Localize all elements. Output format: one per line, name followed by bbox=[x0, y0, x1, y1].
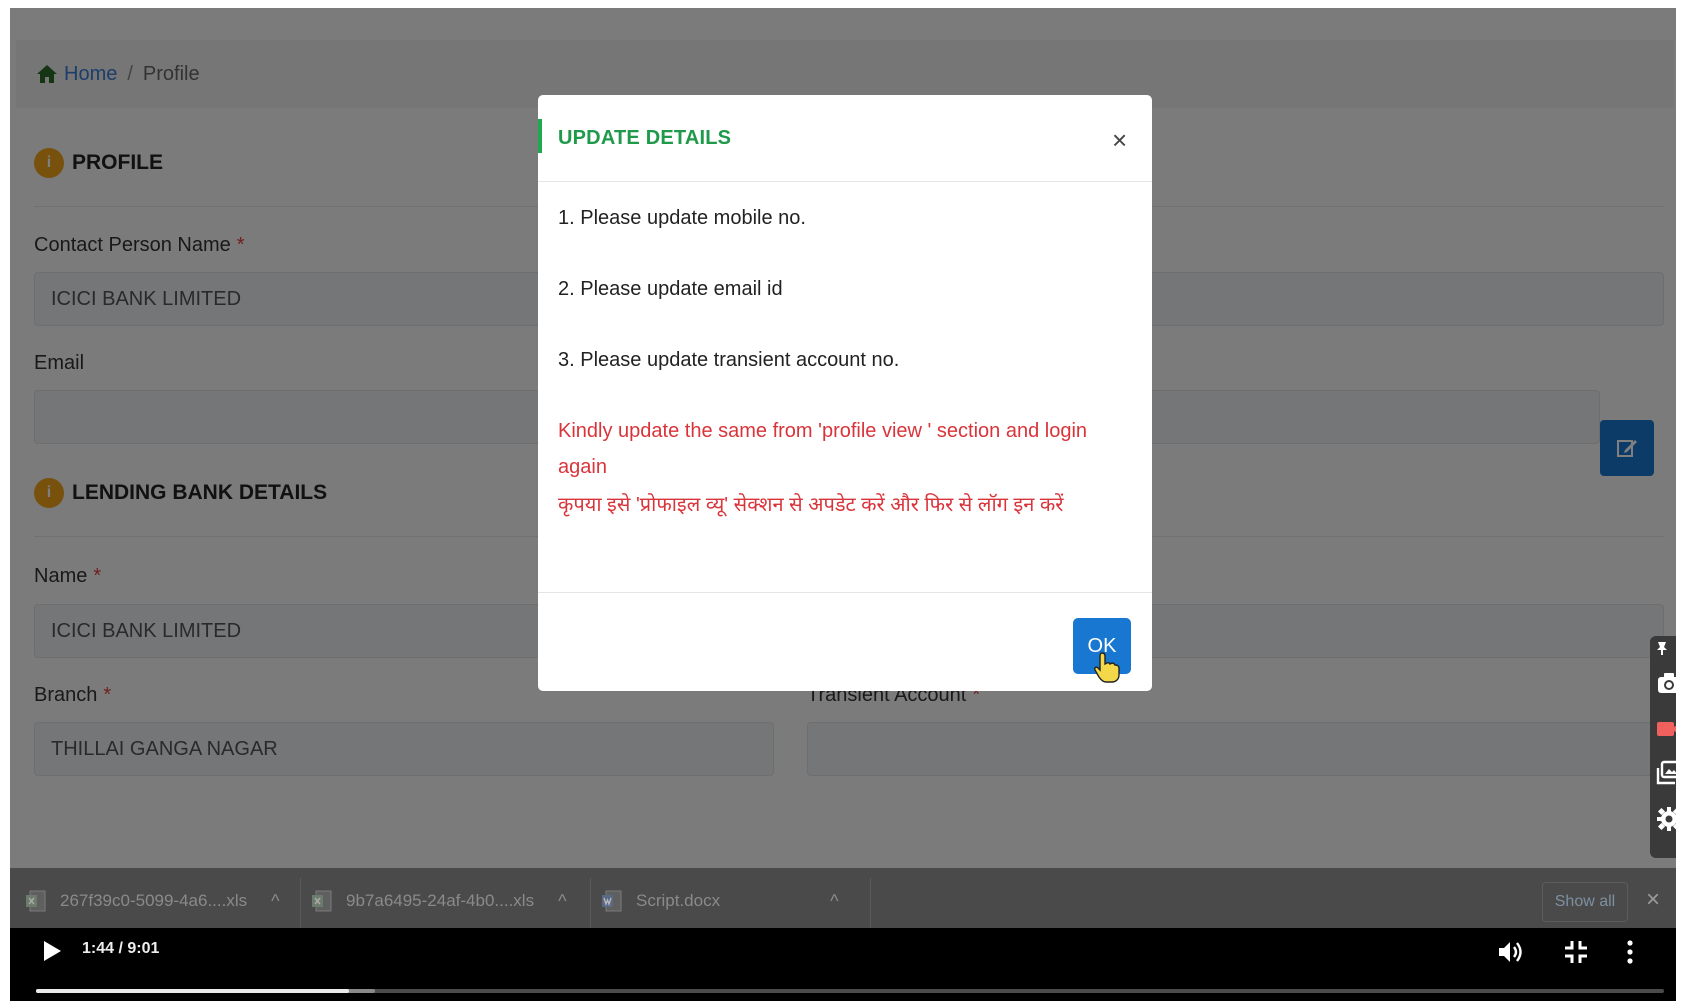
video-progress-bar[interactable] bbox=[36, 989, 1664, 993]
close-icon[interactable]: × bbox=[1646, 886, 1660, 914]
download-item[interactable]: 267f39c0-5099-4a6....xls ^ bbox=[26, 890, 280, 912]
modal-footer-divider bbox=[538, 592, 1152, 593]
update-item-mobile: 1. Please update mobile no. bbox=[558, 207, 806, 229]
play-icon[interactable] bbox=[42, 940, 62, 962]
gallery-icon[interactable] bbox=[1656, 760, 1676, 786]
video-controls: 1:44 / 9:01 bbox=[10, 928, 1676, 1001]
time-display: 1:44 / 9:01 bbox=[82, 940, 160, 957]
notice-english-line1: Kindly update the same from 'profile vie… bbox=[558, 420, 1088, 442]
update-item-email: 2. Please update email id bbox=[558, 278, 783, 300]
show-all-button[interactable]: Show all bbox=[1542, 882, 1628, 922]
title-accent-bar bbox=[538, 119, 542, 153]
camera-icon[interactable] bbox=[1656, 670, 1676, 696]
chevron-up-icon[interactable]: ^ bbox=[271, 891, 279, 912]
download-item[interactable]: 9b7a6495-24af-4b0....xls ^ bbox=[312, 890, 567, 912]
update-details-modal: UPDATE DETAILS × 1. Please update mobile… bbox=[538, 95, 1152, 691]
modal-title: UPDATE DETAILS bbox=[558, 127, 732, 149]
divider bbox=[300, 878, 301, 928]
chevron-up-icon[interactable]: ^ bbox=[558, 891, 566, 912]
excel-file-icon bbox=[312, 890, 332, 912]
notice-english-line2: again bbox=[558, 456, 607, 478]
download-filename: Script.docx bbox=[636, 891, 721, 910]
divider bbox=[590, 878, 591, 928]
pin-icon[interactable] bbox=[1654, 640, 1670, 656]
update-item-transient: 3. Please update transient account no. bbox=[558, 349, 900, 371]
played-progress bbox=[36, 989, 349, 993]
hand-cursor-icon bbox=[1094, 652, 1120, 683]
record-icon[interactable] bbox=[1656, 716, 1676, 742]
modal-header: UPDATE DETAILS × bbox=[538, 95, 1152, 182]
excel-file-icon bbox=[26, 890, 46, 912]
download-item[interactable]: Script.docx ^ bbox=[602, 890, 839, 912]
close-icon[interactable]: × bbox=[1112, 127, 1127, 153]
chevron-up-icon[interactable]: ^ bbox=[830, 891, 838, 912]
download-filename: 267f39c0-5099-4a6....xls bbox=[60, 891, 248, 910]
settings-icon[interactable] bbox=[1656, 806, 1676, 832]
exit-fullscreen-icon[interactable] bbox=[1562, 938, 1590, 966]
word-file-icon bbox=[602, 890, 622, 912]
downloads-bar: 267f39c0-5099-4a6....xls ^ 9b7a6495-24af… bbox=[10, 868, 1676, 936]
volume-icon[interactable] bbox=[1496, 938, 1524, 966]
screenshot-side-toolbar bbox=[1650, 636, 1676, 858]
screen: Home / Profile i PROFILE Contact Person … bbox=[10, 8, 1676, 1001]
more-options-icon[interactable] bbox=[1624, 938, 1636, 966]
download-filename: 9b7a6495-24af-4b0....xls bbox=[346, 891, 535, 910]
notice-hindi: कृपया इसे 'प्रोफाइल व्यू' सेक्शन से अपडे… bbox=[558, 494, 1064, 516]
divider bbox=[870, 878, 871, 928]
